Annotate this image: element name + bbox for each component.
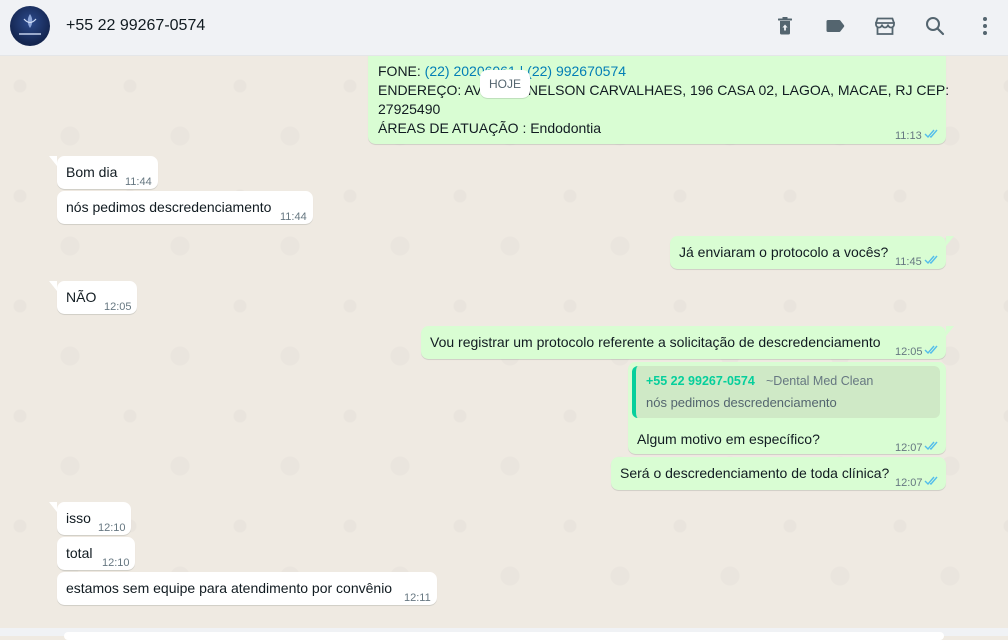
message-incoming[interactable]: Bom dia 11:44 (49, 156, 158, 189)
bubble-tail (946, 236, 954, 246)
message-outgoing[interactable]: FONE: (22) 20206061 | (22) 992670574 END… (368, 56, 950, 144)
message-text: 27925490 (378, 101, 441, 117)
label-icon[interactable] (823, 14, 847, 38)
chat-panel: FONE: (22) 20206061 | (22) 992670574 END… (0, 56, 1008, 628)
message-time: 12:10 (98, 522, 126, 534)
message-input[interactable] (64, 632, 944, 640)
bubble-tail (49, 281, 57, 291)
message-text: ENDEREÇO: AVENIDA NELSON CARVALHAES, 196… (378, 82, 950, 98)
message-outgoing[interactable]: Será o descredenciamento de toda clínica… (611, 457, 946, 490)
bubble-tail (946, 326, 954, 336)
read-ticks-icon (924, 476, 938, 486)
dental-logo-icon (19, 14, 41, 35)
message-time: 11:45 (895, 256, 922, 268)
chat-header: +55 22 99267-0574 (0, 0, 1008, 56)
store-icon[interactable] (873, 14, 897, 38)
message-incoming[interactable]: isso 12:10 (49, 502, 131, 535)
message-outgoing[interactable]: Vou registrar um protocolo referente a s… (421, 326, 954, 359)
message-time: 12:07 (895, 442, 923, 454)
compose-bar (0, 628, 1008, 640)
delete-icon[interactable] (773, 14, 797, 38)
message-outgoing-reply[interactable]: +55 22 99267-0574 ~Dental Med Clean nós … (628, 362, 946, 454)
message-outgoing[interactable]: Já enviaram o protocolo a vocês? 11:45 (670, 236, 954, 269)
message-text: total (66, 545, 93, 561)
message-incoming[interactable]: total 12:10 (57, 537, 135, 570)
bubble-tail (49, 502, 57, 512)
message-text: Bom dia (66, 164, 118, 180)
contact-avatar[interactable] (10, 6, 50, 46)
quoted-author: +55 22 99267-0574 (646, 374, 755, 388)
read-ticks-icon (924, 441, 938, 451)
message-time: 12:05 (895, 346, 923, 358)
bubble-tail (49, 156, 57, 166)
message-text: Algum motivo em específico? (637, 431, 820, 447)
message-text: Vou registrar um protocolo referente a s… (430, 334, 881, 350)
message-time: 12:07 (895, 477, 923, 489)
message-time: 12:05 (104, 301, 132, 313)
date-divider: HOJE (480, 70, 530, 98)
message-time: 11:44 (125, 176, 152, 188)
message-text: isso (66, 510, 91, 526)
search-icon[interactable] (923, 14, 947, 38)
message-time: 11:13 (895, 130, 922, 142)
message-text: Será o descredenciamento de toda clínica… (620, 465, 890, 481)
message-text: NÃO (66, 289, 97, 305)
read-ticks-icon (924, 255, 938, 265)
message-time: 11:44 (280, 211, 307, 223)
menu-icon[interactable] (973, 14, 997, 38)
contact-name[interactable]: +55 22 99267-0574 (66, 17, 205, 35)
quoted-message[interactable]: +55 22 99267-0574 ~Dental Med Clean nós … (632, 366, 940, 418)
quoted-text: nós pedimos descredenciamento (646, 395, 837, 410)
message-incoming[interactable]: estamos sem equipe para atendimento por … (57, 572, 437, 605)
message-text: ÁREAS DE ATUAÇÃO : Endodontia (378, 120, 602, 136)
message-text: Já enviaram o protocolo a vocês? (679, 244, 889, 260)
message-incoming[interactable]: nós pedimos descredenciamento 11:44 (57, 191, 313, 224)
quoted-push-name: ~Dental Med Clean (766, 374, 874, 388)
read-ticks-icon (924, 345, 938, 355)
message-time: 12:10 (102, 557, 130, 569)
message-incoming[interactable]: NÃO 12:05 (49, 281, 137, 314)
message-time: 12:11 (404, 592, 431, 604)
message-text: estamos sem equipe para atendimento por … (66, 580, 393, 596)
message-text: nós pedimos descredenciamento (66, 199, 272, 215)
read-ticks-icon (924, 129, 938, 139)
